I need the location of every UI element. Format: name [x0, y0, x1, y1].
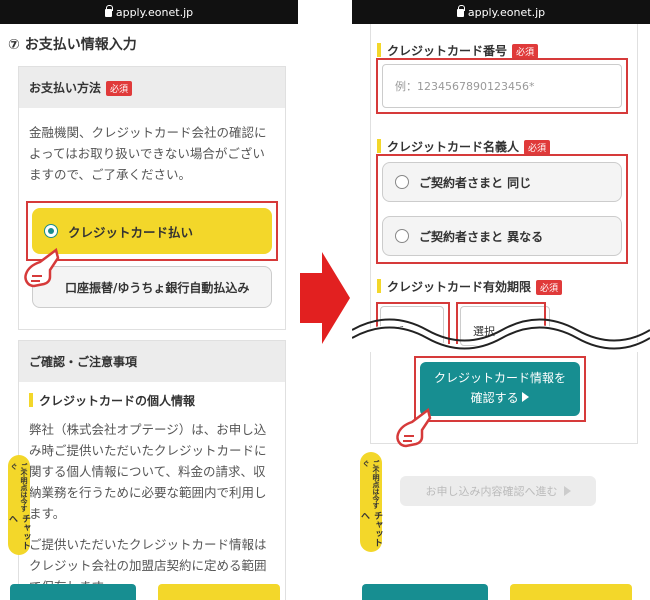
bank-option-label: 口座振替/ゆうちょ銀行自動払込み: [65, 280, 250, 295]
required-badge: 必須: [524, 140, 551, 155]
expiry-label-text: クレジットカード有効期限: [387, 280, 532, 294]
highlight-box: [376, 58, 628, 114]
privacy-subheading-text: クレジットカードの個人情報: [39, 394, 196, 408]
url-text: apply.eonet.jp: [467, 5, 546, 19]
proceed-to-confirm-button[interactable]: お申し込み内容確認へ進む: [400, 476, 596, 506]
payment-description: 金融機関、クレジットカード会社の確認によってはお取り扱いできない場合がございます…: [29, 125, 267, 182]
lock-icon: [456, 5, 465, 17]
chat-tab-small-text: ご不明点は今すぐ: [10, 463, 28, 512]
bottom-yellow-button[interactable]: [510, 584, 632, 600]
lock-icon: [104, 5, 113, 17]
chat-tab-button[interactable]: ご不明点は今すぐ チャットへ: [359, 452, 382, 552]
right-phone-screen: apply.eonet.jp クレジットカード番号 必須 例：1234567890…: [352, 0, 650, 600]
highlight-box: [376, 154, 628, 264]
chat-tab-button[interactable]: ご不明点は今すぐ チャットへ: [7, 455, 30, 555]
card-number-label-text: クレジットカード番号: [387, 44, 508, 58]
section-title: ⑦ お支払い情報入力: [8, 37, 137, 53]
highlight-box: [414, 356, 586, 422]
bank-transfer-option[interactable]: 口座振替/ゆうちょ銀行自動払込み: [32, 266, 272, 308]
required-badge: 必須: [512, 44, 539, 59]
privacy-paragraph-1: 弊社（株式会社オプテージ）は、お申し込み時ご提供いただいたクレジットカードに関す…: [29, 422, 267, 521]
bottom-teal-button[interactable]: [362, 584, 488, 600]
bullet-marker: [377, 139, 381, 153]
payment-method-heading: お支払い方法 必須: [19, 67, 285, 108]
pointing-hand-icon: [24, 247, 60, 288]
chat-tab-small-text: ご不明点は今すぐ: [362, 460, 380, 509]
proceed-button-label: お申し込み内容確認へ進む: [425, 485, 558, 498]
bullet-marker: [377, 279, 381, 293]
payment-method-title: お支払い方法: [29, 81, 102, 95]
expiry-label: クレジットカード有効期限 必須: [377, 278, 563, 295]
required-badge: 必須: [536, 280, 563, 295]
url-bar[interactable]: apply.eonet.jp: [352, 0, 650, 24]
required-badge: 必須: [106, 81, 133, 96]
chat-tab-label: チャットへ: [359, 511, 382, 548]
bottom-teal-button[interactable]: [10, 584, 136, 600]
url-text: apply.eonet.jp: [115, 5, 194, 19]
left-phone-screen: apply.eonet.jp ⑦ お支払い情報入力 お支払い方法 必須 金融機関、…: [0, 0, 298, 600]
bottom-yellow-button[interactable]: [158, 584, 280, 600]
card-holder-label: クレジットカード名義人 必須: [377, 138, 551, 155]
privacy-subheading: クレジットカードの個人情報: [19, 382, 285, 413]
pointing-hand-icon: [396, 407, 432, 448]
chat-tab-label: チャットへ: [7, 514, 30, 551]
play-arrow-icon: [563, 486, 571, 496]
arrow-right-icon: [300, 252, 350, 344]
url-bar[interactable]: apply.eonet.jp: [0, 0, 298, 24]
card-holder-label-text: クレジットカード名義人: [387, 140, 520, 154]
notice-card: ご確認・ご注意事項 クレジットカードの個人情報 弊社（株式会社オプテージ）は、お…: [18, 340, 286, 600]
wavy-break-line: [352, 318, 650, 352]
bullet-marker: [377, 43, 381, 57]
notice-heading: ご確認・ご注意事項: [19, 341, 285, 382]
bullet-marker: [29, 393, 33, 407]
card-number-label: クレジットカード番号 必須: [377, 42, 539, 59]
